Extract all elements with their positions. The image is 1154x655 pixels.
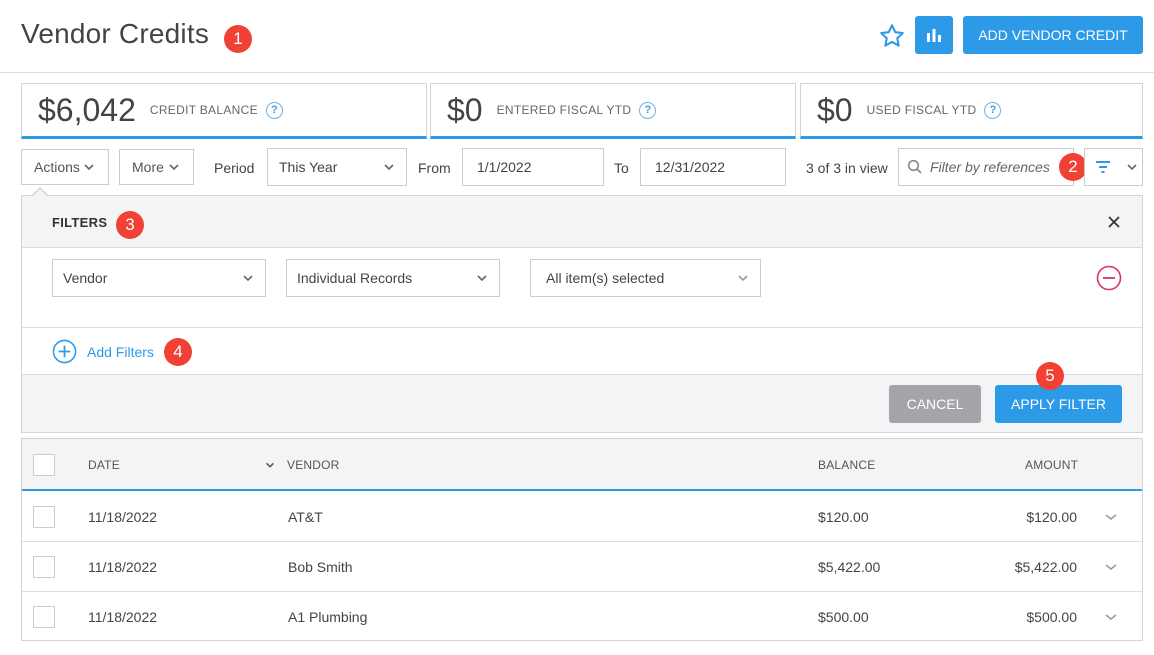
chevron-down-icon [738, 275, 748, 282]
plus-circle-icon [52, 339, 77, 364]
used-fiscal-ytd-label: USED FISCAL YTD [866, 103, 977, 117]
from-label: From [418, 160, 451, 176]
chevron-down-icon [477, 275, 487, 282]
chevron-down-icon [243, 275, 253, 282]
used-fiscal-ytd-value: $0 [817, 91, 853, 128]
page-title: Vendor Credits [21, 18, 210, 49]
filter-mode-select[interactable]: Individual Records [286, 259, 500, 297]
annotation-badge-3: 3 [116, 211, 144, 239]
filters-footer: CANCEL APPLY FILTER [22, 374, 1142, 432]
row-balance: $5,422.00 [818, 559, 881, 575]
sort-chevron-down-icon[interactable] [264, 459, 276, 471]
row-balance: $120.00 [818, 509, 869, 525]
select-all-checkbox[interactable] [33, 454, 55, 476]
table-row[interactable]: 11/18/2022 Bob Smith $5,422.00 $5,422.00 [22, 542, 1142, 592]
filters-title: FILTERS [52, 215, 108, 230]
table-header: DATE VENDOR BALANCE AMOUNT [22, 439, 1142, 491]
chevron-down-icon [84, 164, 94, 171]
header-divider [0, 72, 1154, 73]
row-date: 11/18/2022 [88, 559, 158, 575]
chevron-down-icon [384, 164, 394, 171]
more-dropdown[interactable]: More [119, 149, 194, 185]
credit-balance-label: CREDIT BALANCE [149, 103, 258, 117]
row-checkbox[interactable] [33, 556, 55, 578]
entered-fiscal-ytd-label: ENTERED FISCAL YTD [496, 103, 632, 117]
filter-options-dropdown[interactable] [1121, 148, 1143, 186]
credit-balance-card: $6,042 CREDIT BALANCE ? [21, 83, 427, 139]
filter-items-select[interactable]: All item(s) selected [530, 259, 761, 297]
panel-caret-fill [33, 189, 47, 196]
search-icon [907, 159, 922, 174]
entered-fiscal-ytd-value: $0 [447, 91, 483, 128]
row-amount: $5,422.00 [1014, 559, 1077, 575]
help-icon[interactable]: ? [265, 101, 283, 119]
filter-items-value: All item(s) selected [546, 270, 665, 286]
table-row[interactable]: 11/18/2022 A1 Plumbing $500.00 $500.00 [22, 592, 1142, 642]
row-amount: $500.00 [1026, 609, 1077, 625]
row-checkbox[interactable] [33, 606, 55, 628]
help-icon[interactable]: ? [639, 101, 657, 119]
filters-divider [22, 327, 1142, 328]
minus-circle-icon [1096, 265, 1122, 291]
column-balance[interactable]: BALANCE [818, 458, 875, 472]
credit-balance-value: $6,042 [38, 91, 136, 128]
column-vendor[interactable]: VENDOR [287, 458, 340, 472]
filter-mode-value: Individual Records [297, 270, 413, 286]
vendor-credits-table: DATE VENDOR BALANCE AMOUNT 11/18/2022 AT… [21, 438, 1143, 641]
filter-toggle-button[interactable] [1084, 148, 1122, 186]
help-icon[interactable]: ? [984, 101, 1002, 119]
actions-label: Actions [34, 159, 80, 175]
from-date-input[interactable]: 1/1/2022 [462, 148, 604, 186]
filter-field-select[interactable]: Vendor [52, 259, 266, 297]
search-placeholder: Filter by references [930, 159, 1050, 175]
annotation-badge-1: 1 [224, 25, 252, 53]
column-amount[interactable]: AMOUNT [1025, 458, 1078, 472]
row-date: 11/18/2022 [88, 609, 158, 625]
add-filters-link[interactable]: Add Filters [52, 339, 154, 364]
reports-chart-button[interactable] [915, 16, 953, 54]
period-value: This Year [279, 159, 338, 175]
reference-search-input[interactable]: Filter by references [898, 148, 1074, 186]
add-vendor-credit-button[interactable]: ADD VENDOR CREDIT [963, 16, 1143, 54]
used-fiscal-ytd-card: $0 USED FISCAL YTD ? [800, 83, 1143, 139]
cancel-button[interactable]: CANCEL [889, 385, 981, 423]
records-count: 3 of 3 in view [806, 160, 888, 176]
add-filters-label: Add Filters [87, 343, 154, 360]
to-date-input[interactable]: 12/31/2022 [640, 148, 786, 186]
expand-chevron-icon[interactable] [1104, 560, 1118, 574]
row-checkbox[interactable] [33, 506, 55, 528]
chevron-down-icon [169, 164, 179, 171]
period-label: Period [214, 160, 255, 176]
actions-dropdown[interactable]: Actions [21, 149, 109, 185]
row-balance: $500.00 [818, 609, 869, 625]
filter-field-value: Vendor [63, 270, 108, 286]
chevron-down-icon [1126, 164, 1137, 171]
filter-icon [1096, 161, 1110, 173]
remove-filter-button[interactable] [1096, 265, 1122, 291]
filters-header: FILTERS 3 [22, 196, 1142, 248]
row-vendor: Bob Smith [288, 559, 353, 575]
bar-chart-icon [927, 29, 941, 42]
row-vendor: AT&T [288, 509, 323, 525]
row-vendor: A1 Plumbing [288, 609, 368, 625]
annotation-badge-5: 5 [1036, 362, 1064, 390]
expand-chevron-icon[interactable] [1104, 510, 1118, 524]
row-date: 11/18/2022 [88, 509, 158, 525]
table-row[interactable]: 11/18/2022 AT&T $120.00 $120.00 [22, 492, 1142, 542]
period-select[interactable]: This Year [267, 148, 407, 186]
column-date[interactable]: DATE [88, 458, 120, 472]
expand-chevron-icon[interactable] [1104, 610, 1118, 624]
close-filters-button[interactable] [1106, 214, 1122, 230]
annotation-badge-2: 2 [1059, 153, 1087, 181]
apply-filter-button[interactable]: APPLY FILTER [995, 385, 1122, 423]
close-icon [1108, 216, 1120, 228]
row-amount: $120.00 [1026, 509, 1077, 525]
to-label: To [614, 160, 629, 176]
filters-panel: FILTERS 3 Vendor Individual Records All … [21, 195, 1143, 433]
entered-fiscal-ytd-card: $0 ENTERED FISCAL YTD ? [430, 83, 796, 139]
more-label: More [132, 159, 164, 175]
annotation-badge-4: 4 [164, 338, 192, 366]
favorite-star-icon[interactable] [876, 20, 908, 52]
